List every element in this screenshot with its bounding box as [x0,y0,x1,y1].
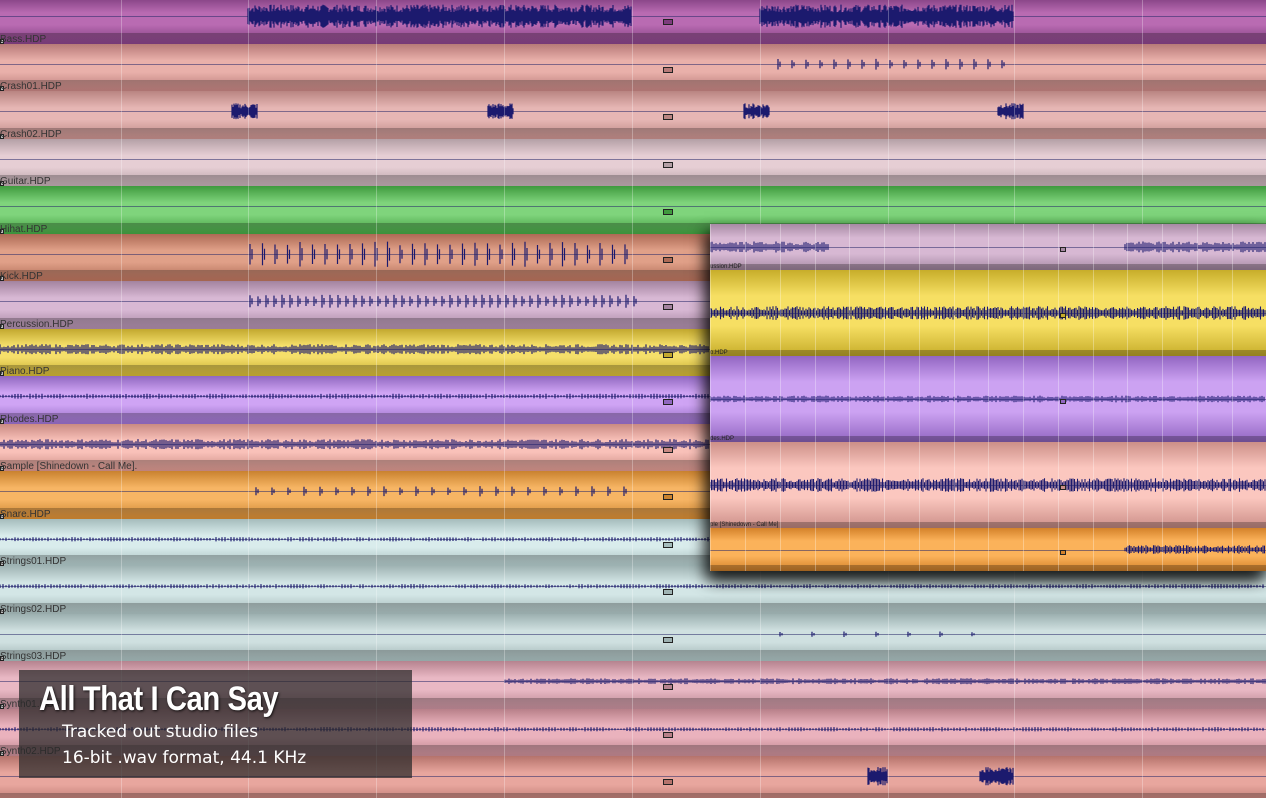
zoom-gridline [745,224,746,571]
track-label-strip [0,602,1266,614]
zoom-gridline [988,224,989,571]
track-label-strip [0,80,1266,91]
zoom-track-label: ussion.HDP [710,264,742,270]
zoom-gridline [884,224,885,571]
zoom-track-label: des.HDP [710,436,735,442]
clip-marker[interactable] [663,66,673,73]
clip-marker[interactable] [663,589,673,596]
zoom-clip-marker [1060,485,1066,490]
zoom-gridline [1232,224,1233,571]
track-name-label: Percussion.HDP [0,318,74,330]
track-name-label: Rhodes.HDP [0,413,59,425]
track-name-label: Strings01.HDP [0,556,67,567]
track-name-label: Bass.HDP [0,33,47,45]
track-name-label: Sample [Shinedown - Call Me]. [0,461,138,472]
zoom-track-label: o.HDP [710,350,728,356]
zoom-preview-panel: ussion.HDP o.HDP des.HDP ple [Shinedown - C… [710,224,1266,571]
track-name-label: Strings02.HDP [0,603,67,615]
track-name-label: Piano.HDP [0,366,50,377]
clip-marker[interactable] [663,114,673,121]
info-overlay: All That I Can Say Tracked out studio fi… [19,670,412,778]
clip-marker[interactable] [663,19,673,26]
subtitle-text: Tracked out studio files [62,722,259,742]
zoom-gridline [1058,224,1059,571]
zoom-gridline [849,224,850,571]
track[interactable] [0,43,1266,91]
track-name-label: Guitar.HDP [0,176,51,187]
zoom-clip-marker [1060,399,1066,404]
clip-marker[interactable] [663,636,673,643]
track[interactable] [0,138,1266,186]
format-text: 16-bit .wav format, 44.1 KHz [62,748,307,768]
clip-marker[interactable] [663,209,673,216]
zoom-gridline [710,224,711,571]
track-label-strip [0,32,1266,44]
zoom-gridline [919,224,920,571]
track[interactable] [0,566,1266,614]
track[interactable] [0,613,1266,661]
zoom-clip-marker [1060,313,1066,318]
track-name-label: Snare.HDP [0,508,51,520]
track-label-strip [0,175,1266,186]
clip-marker[interactable] [663,304,673,311]
zoom-gridline [954,224,955,571]
track[interactable] [0,0,1266,44]
track-name-label: Kick.HDP [0,271,43,282]
clip-marker[interactable] [663,541,673,548]
clip-marker[interactable] [663,161,673,168]
clip-marker[interactable] [663,494,673,501]
zoom-gridline [1023,224,1024,571]
zoom-clip-marker [1060,549,1066,555]
clip-marker[interactable] [663,256,673,263]
clip-marker[interactable] [663,446,673,453]
zoom-gridline [1162,224,1163,571]
zoom-gridline [1197,224,1198,571]
clip-marker[interactable] [663,731,673,738]
zoom-gridline [1093,224,1094,571]
song-title: All That I Can Say [39,680,279,718]
track-name-label: Hihat.HDP [0,223,48,235]
track-name-label: Crash01.HDP [0,81,62,92]
track[interactable] [0,91,1266,139]
clip-marker[interactable] [663,351,673,358]
zoom-gridline [1127,224,1128,571]
clip-marker[interactable] [663,779,673,786]
track-label-strip [0,127,1266,139]
clip-marker[interactable] [663,684,673,691]
zoom-clip-marker [1060,247,1066,252]
track-label-strip [0,650,1266,661]
track-name-label: Crash02.HDP [0,128,62,140]
zoom-gridline [780,224,781,571]
track-name-label: Strings03.HDP [0,651,67,662]
clip-marker[interactable] [663,399,673,406]
track-label-strip [0,792,1266,798]
zoom-gridline [815,224,816,571]
